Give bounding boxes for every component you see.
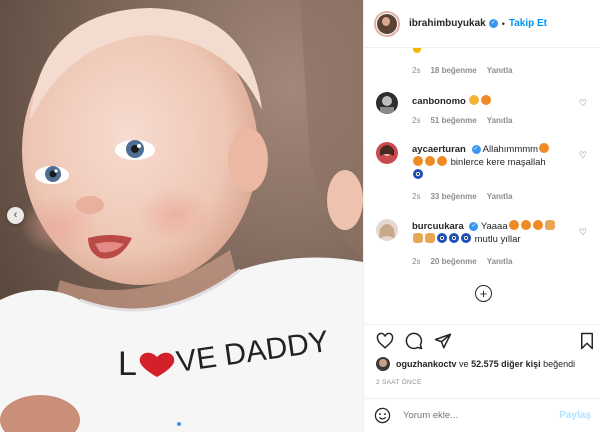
heart-icon[interactable] xyxy=(376,332,394,350)
instagram-post: L VE DADDY ‹ ibrahimbuyukak ✓ • Takip Et… xyxy=(0,0,600,432)
comment-username[interactable]: burcuukara xyxy=(412,221,464,232)
smiley-icon[interactable] xyxy=(374,407,391,424)
comment-likes[interactable]: 20 beğenme xyxy=(430,257,476,266)
comment-username[interactable]: aycaerturan xyxy=(412,144,466,155)
carousel-dot xyxy=(184,422,188,426)
comment-time: 2s xyxy=(412,66,421,75)
post-header: ibrahimbuyukak ✓ • Takip Et xyxy=(364,0,600,48)
praying-hands-emoji-icon xyxy=(413,233,423,243)
likes-summary: oguzhankoctv ve 52.575 diğer kişi beğend… xyxy=(376,357,575,371)
avatar[interactable] xyxy=(374,10,400,37)
verified-badge-icon: ✓ xyxy=(471,144,481,154)
comment-heart-icon[interactable]: ♡ xyxy=(579,227,587,238)
comment-likes[interactable]: 18 beğenme xyxy=(430,66,476,75)
avatar[interactable] xyxy=(376,219,398,241)
comment-body: Yaaaa xyxy=(480,221,508,232)
star-eyes-emoji-icon xyxy=(413,156,423,166)
comments-list: 2s 18 beğenme Yanıtla canbonomo ♡ 2s 51 … xyxy=(364,48,600,324)
post-photo[interactable]: L VE DADDY ‹ xyxy=(0,0,363,432)
comment-body-2: binlerce kere maşallah xyxy=(450,157,546,168)
comment-heart-icon[interactable]: ♡ xyxy=(579,98,587,109)
share-icon[interactable] xyxy=(434,332,452,350)
post-comment-button[interactable]: Paylaş xyxy=(559,410,591,421)
carousel-dot-active xyxy=(177,422,181,426)
reply-button[interactable]: Yanıtla xyxy=(487,192,513,201)
likes-connector: ve xyxy=(459,359,469,369)
comment-text xyxy=(412,48,580,56)
likes-suffix: beğendi xyxy=(543,359,576,369)
verified-badge-icon: ✓ xyxy=(488,19,498,28)
comment-body-2: mutlu yıllar xyxy=(474,234,521,245)
reply-button[interactable]: Yanıtla xyxy=(487,66,513,75)
baby-photo-illustration: L VE DADDY xyxy=(0,0,363,432)
star-eyes-emoji-icon xyxy=(425,156,435,166)
comment-meta: 2s 33 beğenme Yanıtla xyxy=(412,192,513,201)
carousel-dots xyxy=(170,422,188,426)
shirt-text-l: L xyxy=(118,345,137,383)
comment-icon[interactable] xyxy=(405,332,423,350)
author-username[interactable]: ibrahimbuyukak xyxy=(409,18,486,29)
comment-heart-icon[interactable]: ♡ xyxy=(579,150,587,161)
post-side-panel: ibrahimbuyukak ✓ • Takip Et 2s 18 beğenm… xyxy=(363,0,600,432)
post-timestamp: 2 SAAT ÖNCE xyxy=(376,379,422,386)
comment-time: 2s xyxy=(412,257,421,266)
comment-text: aycaerturan ✓ Allahımmmm binlerce kere m… xyxy=(412,143,580,182)
chevron-left-icon[interactable]: ‹ xyxy=(7,207,24,224)
comment-input[interactable] xyxy=(403,410,553,421)
avatar[interactable] xyxy=(376,357,390,371)
reply-button[interactable]: Yanıtla xyxy=(487,257,513,266)
evil-eye-emoji-icon xyxy=(413,169,423,179)
evil-eye-emoji-icon xyxy=(461,233,471,243)
comment-username[interactable]: canbonomo xyxy=(412,96,466,107)
star-eyes-emoji-icon xyxy=(532,220,543,230)
carousel-dot xyxy=(170,422,174,426)
praying-hands-emoji-icon xyxy=(425,233,435,243)
comment-body: Allahımmmm xyxy=(482,144,539,155)
comment-meta: 2s 20 beğenme Yanıtla xyxy=(412,257,513,266)
bookmark-icon[interactable] xyxy=(578,332,596,350)
evil-eye-emoji-icon xyxy=(437,233,447,243)
header-separator: • xyxy=(501,18,505,29)
comment-text: burcuukara ✓ Yaaaa mutlu yıllar xyxy=(412,220,580,246)
comment-text: canbonomo xyxy=(412,95,580,108)
star-eyes-emoji-icon xyxy=(539,143,550,153)
follow-button[interactable]: Takip Et xyxy=(509,18,547,29)
cat-emoji-icon xyxy=(469,95,480,105)
verified-badge-icon: ✓ xyxy=(469,221,479,231)
comment-likes[interactable]: 33 beğenme xyxy=(430,192,476,201)
praying-hands-emoji-icon xyxy=(544,220,555,230)
avatar[interactable] xyxy=(376,142,398,164)
reply-button[interactable]: Yanıtla xyxy=(487,116,513,125)
liker-username[interactable]: oguzhankoctv xyxy=(396,359,457,369)
comment-likes[interactable]: 51 beğenme xyxy=(430,116,476,125)
comment-time: 2s xyxy=(412,192,421,201)
comment-meta: 2s 18 beğenme Yanıtla xyxy=(412,66,513,75)
evil-eye-emoji-icon xyxy=(449,233,459,243)
likes-count[interactable]: 52.575 diğer kişi xyxy=(471,359,541,369)
post-actions xyxy=(364,324,600,354)
star-eyes-emoji-icon xyxy=(437,156,447,166)
add-comment-bar: Paylaş xyxy=(364,398,600,432)
avatar[interactable] xyxy=(376,92,398,114)
comment-time: 2s xyxy=(412,116,421,125)
star-eyes-emoji-icon xyxy=(520,220,531,230)
star-eyes-emoji-icon xyxy=(508,220,519,230)
load-more-comments-icon[interactable]: + xyxy=(475,285,492,302)
star-eyes-emoji-icon xyxy=(481,95,492,105)
comment-meta: 2s 51 beğenme Yanıtla xyxy=(412,116,513,125)
